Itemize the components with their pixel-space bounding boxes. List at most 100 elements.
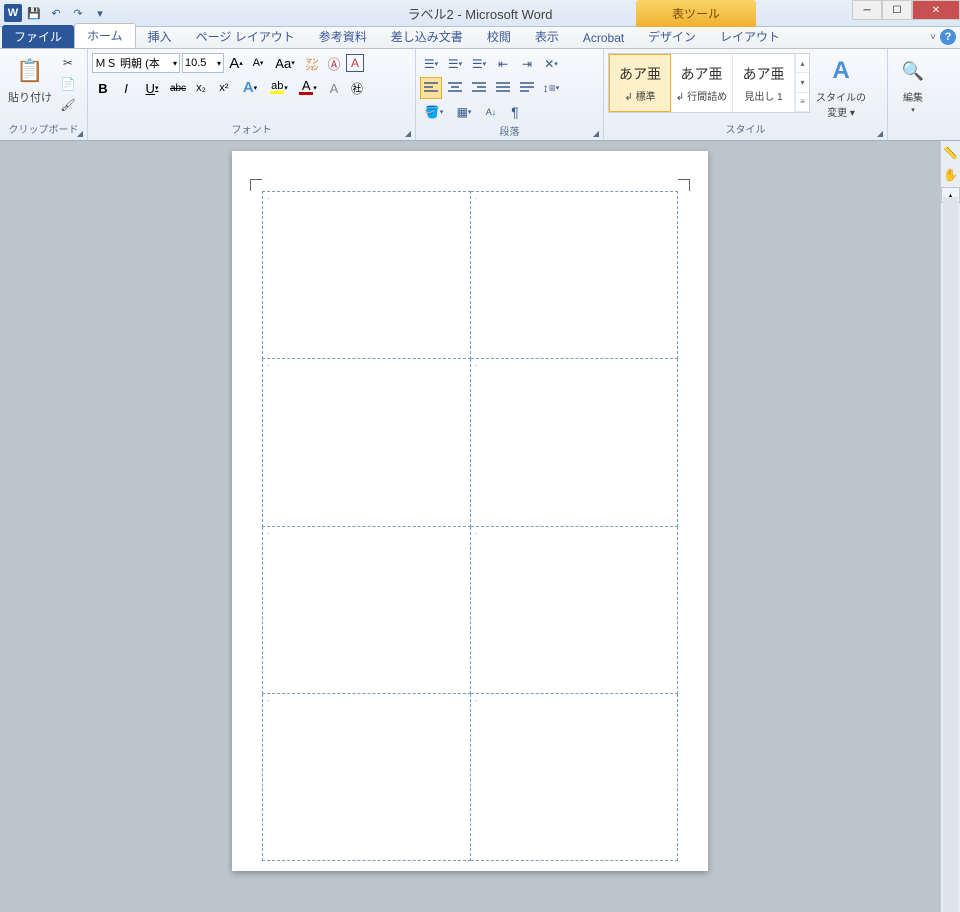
show-marks-button[interactable]: ¶	[504, 101, 526, 123]
qat-undo-button[interactable]: ↶	[46, 3, 66, 23]
document-area[interactable]	[0, 141, 940, 912]
font-name-combo[interactable]: ＭＳ 明朝 (本▾	[92, 53, 180, 73]
phonetic-guide-button[interactable]: ㍇	[302, 53, 322, 73]
label-cell[interactable]	[470, 359, 678, 526]
shading-button[interactable]: 🪣▾	[420, 101, 448, 123]
align-center-button[interactable]	[444, 77, 466, 99]
label-cell[interactable]	[263, 359, 471, 526]
qat-redo-button[interactable]: ↷	[68, 3, 88, 23]
maximize-button[interactable]: ☐	[882, 0, 912, 20]
tab-table-design[interactable]: デザイン	[636, 25, 708, 48]
format-painter-button[interactable]: 🖌	[58, 95, 78, 115]
style-nospacing[interactable]: あア亜 ↲ 行間詰め	[671, 54, 733, 112]
gallery-scroll-up[interactable]: ▴	[796, 54, 809, 73]
shrink-font-button[interactable]: A▾	[248, 53, 268, 73]
window-title: ラベル2 - Microsoft Word	[0, 4, 960, 23]
increase-indent-button[interactable]: ⇥	[516, 53, 538, 75]
sort-button[interactable]: A↓	[480, 101, 502, 123]
help-icon[interactable]: ?	[940, 29, 956, 45]
tab-insert[interactable]: 挿入	[136, 25, 184, 48]
subscript-button[interactable]: x₂	[190, 77, 212, 99]
change-case-button[interactable]: Aa▾	[270, 53, 300, 73]
tab-file[interactable]: ファイル	[2, 25, 74, 48]
label-cell[interactable]	[263, 192, 471, 359]
tab-home[interactable]: ホーム	[74, 23, 136, 48]
distribute-button[interactable]	[516, 77, 538, 99]
style-heading1[interactable]: あア亜 見出し 1	[733, 54, 795, 112]
tab-review[interactable]: 校閲	[475, 25, 523, 48]
enclose-char-button[interactable]: ㊓	[346, 77, 368, 99]
minimize-button[interactable]: ─	[852, 0, 882, 20]
paragraph-dialog-launcher[interactable]: ◢	[590, 127, 602, 139]
highlight-button[interactable]: ab▾	[265, 77, 293, 99]
line-spacing-button[interactable]: ↕≡▾	[540, 77, 562, 99]
quick-access-toolbar: W 💾 ↶ ↷ ▾	[0, 3, 110, 23]
gallery-scroll-down[interactable]: ▾	[796, 73, 809, 92]
style-normal[interactable]: あア亜 ↲ 標準	[609, 54, 671, 112]
font-color-button[interactable]: A▾	[294, 77, 322, 99]
char-shading-button[interactable]: A	[323, 77, 345, 99]
group-paragraph: ☰▾ ☰▾ ☰▾ ⇤ ⇥ ✕▾	[416, 49, 604, 140]
label-cell[interactable]	[263, 693, 471, 860]
qat-customize-button[interactable]: ▾	[90, 3, 110, 23]
label-cell[interactable]	[470, 526, 678, 693]
style-normal-label: ↲ 標準	[624, 88, 655, 103]
decrease-indent-button[interactable]: ⇤	[492, 53, 514, 75]
hand-tool-icon[interactable]: ✋	[942, 165, 960, 185]
numbering-button[interactable]: ☰▾	[444, 53, 466, 75]
tab-references[interactable]: 参考資料	[307, 25, 379, 48]
italic-button[interactable]: I	[115, 77, 137, 99]
superscript-button[interactable]: x²	[213, 77, 235, 99]
align-right-button[interactable]	[468, 77, 490, 99]
page[interactable]	[232, 151, 708, 871]
tab-acrobat[interactable]: Acrobat	[571, 28, 636, 48]
gallery-more[interactable]: ≡	[796, 93, 809, 112]
side-panel: 📏 ✋ ▴	[940, 141, 960, 912]
change-styles-button[interactable]: A スタイルの 変更 ▾	[812, 53, 870, 121]
clear-formatting-button[interactable]: Ⓐ	[324, 53, 344, 73]
font-size-combo[interactable]: 10.5▾	[182, 53, 224, 73]
character-border-button[interactable]: A	[346, 54, 364, 72]
table-tools-tab-header: 表ツール	[636, 0, 756, 27]
group-font-label: フォント	[92, 121, 411, 138]
style-normal-preview: あア亜	[619, 64, 661, 84]
bold-button[interactable]: B	[92, 77, 114, 99]
multilevel-list-button[interactable]: ☰▾	[468, 53, 490, 75]
strikethrough-button[interactable]: abc	[167, 77, 189, 99]
align-left-button[interactable]	[420, 77, 442, 99]
tab-mailings[interactable]: 差し込み文書	[379, 25, 475, 48]
change-styles-icon: A	[825, 55, 857, 87]
qat-save-button[interactable]: 💾	[24, 3, 44, 23]
borders-button[interactable]: ▦▾	[450, 101, 478, 123]
label-cell[interactable]	[470, 693, 678, 860]
ruler-toggle-icon[interactable]: 📏	[942, 143, 960, 163]
tab-page-layout[interactable]: ページ レイアウト	[184, 25, 307, 48]
label-table[interactable]	[262, 191, 678, 861]
text-effects-button[interactable]: A▾	[236, 77, 264, 99]
word-app-icon[interactable]: W	[4, 4, 22, 22]
bullets-button[interactable]: ☰▾	[420, 53, 442, 75]
find-button[interactable]: 🔍 編集 ▾	[893, 53, 933, 116]
paste-button[interactable]: 📋 貼り付け	[4, 53, 56, 107]
close-button[interactable]: ✕	[912, 0, 960, 20]
clipboard-dialog-launcher[interactable]: ◢	[74, 127, 86, 139]
align-right-icon	[472, 82, 486, 94]
paste-icon: 📋	[14, 55, 46, 87]
editing-label: 編集	[903, 89, 923, 104]
cut-button[interactable]: ✂	[58, 53, 78, 73]
underline-button[interactable]: U▾	[138, 77, 166, 99]
label-cell[interactable]	[263, 526, 471, 693]
copy-button[interactable]: 📄	[58, 74, 78, 94]
justify-button[interactable]	[492, 77, 514, 99]
style-nospacing-label: ↲ 行間詰め	[676, 88, 727, 103]
minimize-ribbon-icon[interactable]: ˅	[930, 32, 936, 43]
tab-view[interactable]: 表示	[523, 25, 571, 48]
grow-font-button[interactable]: A▴	[226, 53, 246, 73]
vertical-scrollbar[interactable]	[943, 197, 958, 912]
label-cell[interactable]	[470, 192, 678, 359]
styles-dialog-launcher[interactable]: ◢	[874, 127, 886, 139]
font-dialog-launcher[interactable]: ◢	[402, 127, 414, 139]
asian-layout-button[interactable]: ✕▾	[540, 53, 562, 75]
titlebar: W 💾 ↶ ↷ ▾ ラベル2 - Microsoft Word 表ツール ─ ☐…	[0, 0, 960, 27]
tab-table-layout[interactable]: レイアウト	[708, 25, 792, 48]
